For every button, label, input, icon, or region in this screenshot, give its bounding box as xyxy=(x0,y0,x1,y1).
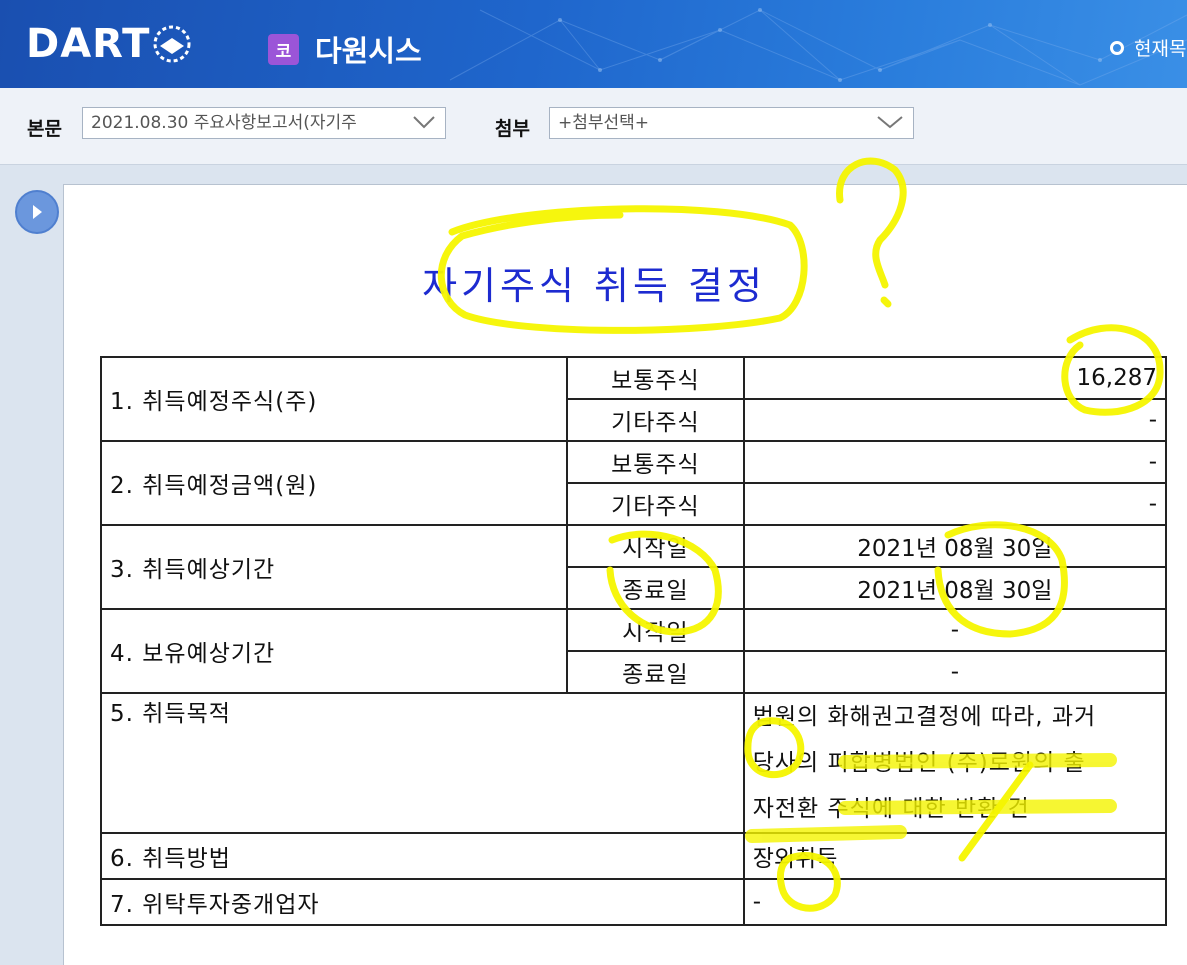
toggle-sidebar-button[interactable] xyxy=(15,190,59,234)
table-row: 3. 취득예상기간 시작일 2021년 08월 30일 xyxy=(99,524,1168,610)
sub-label: 기타주식 xyxy=(566,482,745,526)
value-cell: 2021년 08월 30일 xyxy=(742,566,1168,610)
value-cell: - xyxy=(742,398,1168,442)
value-cell: - xyxy=(742,440,1168,484)
row-label: 7. 위탁투자중개업자 xyxy=(100,878,745,926)
table-row: 6. 취득방법 장외취득 xyxy=(100,832,1168,880)
sub-label: 보통주식 xyxy=(566,356,745,400)
table-row: 7. 위탁투자중개업자 - xyxy=(100,878,1168,926)
row-label: 5. 취득목적 xyxy=(100,692,745,834)
chevron-down-icon xyxy=(413,114,435,130)
kosdaq-badge: 코 xyxy=(268,33,299,65)
value-cell: 장외취득 xyxy=(742,832,1168,880)
row-label: 1. 취득예정주식(주) xyxy=(99,356,569,442)
dart-logo[interactable]: DART xyxy=(26,21,192,67)
attach-label: 첨부 xyxy=(495,118,530,140)
document-title: 자기주식 취득 결정 xyxy=(422,264,766,308)
row-label: 2. 취득예정금액(원) xyxy=(99,440,569,526)
value-cell: - xyxy=(742,878,1168,926)
purpose-line: 법원의 화해권고결정에 따라, 과거 xyxy=(752,704,1097,730)
company-name: 다원시스 xyxy=(315,34,422,68)
sub-label: 시작일 xyxy=(566,608,745,652)
attach-select[interactable]: +첨부선택+ xyxy=(549,107,914,139)
main-doc-select-value: 2021.08.30 주요사항보고서(자기주 xyxy=(91,113,357,133)
table-row: 2. 취득예정금액(원) 보통주식 - xyxy=(99,440,1168,526)
circle-icon xyxy=(1110,40,1124,55)
purpose-line: 자전환 주식에 대한 반환 건 xyxy=(752,796,1030,822)
row-label: 3. 취득예상기간 xyxy=(99,524,569,610)
value-cell: 2021년 08월 30일 xyxy=(742,524,1168,568)
current-label: 현재목 xyxy=(1134,38,1187,60)
table-row: 5. 취득목적 법원의 화해권고결정에 따라, 과거 당사의 피합병법인 (주)… xyxy=(100,692,1168,834)
sub-label: 시작일 xyxy=(566,524,745,568)
main-doc-select[interactable]: 2021.08.30 주요사항보고서(자기주 xyxy=(82,107,446,139)
top-header: DART 코 다원시스 현재목 xyxy=(0,0,1187,88)
value-cell: - xyxy=(742,650,1168,694)
sub-label: 종료일 xyxy=(566,650,745,694)
value-cell: - xyxy=(742,482,1168,526)
purpose-cell: 법원의 화해권고결정에 따라, 과거 당사의 피합병법인 (주)로원의 출 자전… xyxy=(742,692,1168,834)
current-report-link[interactable]: 현재목 xyxy=(1110,34,1186,61)
table-row: 1. 취득예정주식(주) 보통주식 16,287 xyxy=(99,356,1168,442)
sub-label: 종료일 xyxy=(566,566,745,610)
document-toolbar: 본문 2021.08.30 주요사항보고서(자기주 첨부 +첨부선택+ xyxy=(0,88,1187,165)
play-arrow-icon xyxy=(33,205,42,219)
chevron-down-icon xyxy=(877,116,903,129)
sub-label: 기타주식 xyxy=(566,398,745,442)
attach-select-value: +첨부선택+ xyxy=(558,113,650,133)
sub-label: 보통주식 xyxy=(566,440,745,484)
main-doc-label: 본문 xyxy=(27,118,62,140)
row-label: 6. 취득방법 xyxy=(100,832,745,880)
document-viewer: 자기주식 취득 결정 1. 취득예정주식(주) 보통주식 16,287 기타주식… xyxy=(63,184,1187,965)
purpose-line: 당사의 피합병법인 (주)로원의 출 xyxy=(752,750,1086,776)
row-label: 4. 보유예상기간 xyxy=(99,608,569,694)
table-row: 4. 보유예상기간 시작일 - xyxy=(99,608,1168,694)
company-title: 코 다원시스 xyxy=(268,28,422,70)
logo-mark-icon xyxy=(153,25,191,63)
value-cell: 16,287 xyxy=(742,356,1168,400)
value-cell: - xyxy=(742,608,1168,652)
report-table: 1. 취득예정주식(주) 보통주식 16,287 기타주식 - 2. 취득예정금… xyxy=(99,356,1168,926)
logo-text: DART xyxy=(26,21,151,67)
